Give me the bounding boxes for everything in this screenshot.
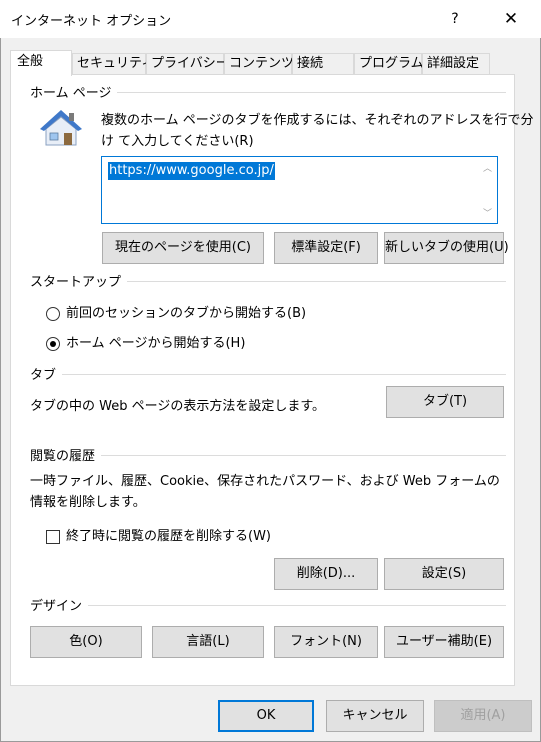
startup-tabs-label[interactable]: 前回のセッションのタブから開始する(B) — [66, 303, 306, 324]
history-group-title: 閲覧の履歴 — [30, 445, 102, 464]
accessibility-button[interactable]: ユーザー補助(E) — [384, 626, 504, 658]
tabs-description: タブの中の Web ページの表示方法を設定します。 — [30, 399, 326, 414]
radio-selected-dot — [50, 341, 56, 347]
tab-content[interactable]: コンテンツ — [224, 53, 294, 75]
ok-button[interactable]: OK — [218, 700, 314, 732]
scroll-up-icon[interactable]: ︿ — [483, 161, 492, 174]
tab-general[interactable]: 全般 — [10, 50, 72, 76]
cancel-button[interactable]: キャンセル — [326, 700, 424, 732]
tabs-group-title: タブ — [30, 364, 63, 383]
home-description-line2: け て入力してください(R) — [101, 134, 254, 149]
home-group-title: ホーム ページ — [30, 82, 118, 101]
title-bar[interactable]: インターネット オプション ? ✕ — [0, 0, 541, 38]
home-url-text: https://www.google.co.jp/ — [108, 162, 275, 180]
delete-history-button[interactable]: 削除(D)... — [274, 558, 378, 590]
tab-privacy[interactable]: プライバシー — [146, 53, 229, 75]
tabs-group-divider — [30, 374, 506, 375]
home-url-textarea[interactable]: https://www.google.co.jp/ ︿ ﹀ — [101, 156, 498, 224]
window-title: インターネット オプション — [11, 14, 172, 29]
fonts-button[interactable]: フォント(N) — [274, 626, 378, 658]
startup-tabs-radio[interactable] — [46, 307, 60, 321]
textarea-scrollbar[interactable]: ︿ ﹀ — [480, 157, 497, 223]
startup-home-radio[interactable] — [46, 337, 60, 351]
tab-programs[interactable]: プログラム — [354, 53, 424, 75]
history-description-line2: 情報を削除します。 — [30, 495, 146, 510]
history-group-divider — [30, 455, 506, 456]
delete-on-exit-checkbox[interactable] — [46, 530, 60, 544]
close-button[interactable]: ✕ — [496, 4, 526, 34]
tab-advanced[interactable]: 詳細設定 — [422, 53, 490, 75]
scroll-down-icon[interactable]: ﹀ — [483, 206, 492, 219]
history-settings-button[interactable]: 設定(S) — [384, 558, 504, 590]
delete-on-exit-label[interactable]: 終了時に閲覧の履歴を削除する(W) — [66, 526, 271, 547]
apply-button[interactable]: 適用(A) — [434, 700, 532, 732]
languages-button[interactable]: 言語(L) — [152, 626, 264, 658]
design-group-divider — [30, 605, 506, 606]
startup-group-title: スタートアップ — [30, 271, 128, 290]
help-button[interactable]: ? — [440, 4, 470, 34]
home-description-line1: 複数のホーム ページのタブを作成するには、それぞれのアドレスを行で分 — [101, 113, 534, 128]
startup-home-label[interactable]: ホーム ページから開始する(H) — [66, 333, 245, 354]
colors-button[interactable]: 色(O) — [30, 626, 142, 658]
history-description-line1: 一時ファイル、履歴、Cookie、保存されたパスワード、および Web フォーム… — [30, 474, 500, 489]
home-icon — [40, 110, 82, 146]
tab-connections[interactable]: 接続 — [292, 53, 354, 75]
design-group-title: デザイン — [30, 595, 89, 614]
use-current-button[interactable]: 現在のページを使用(C) — [102, 232, 264, 264]
use-new-tab-button[interactable]: 新しいタブの使用(U) — [384, 232, 509, 264]
use-default-button[interactable]: 標準設定(F) — [274, 232, 378, 264]
tab-security[interactable]: セキュリティ — [72, 53, 154, 75]
tabs-settings-button[interactable]: タブ(T) — [386, 386, 504, 418]
